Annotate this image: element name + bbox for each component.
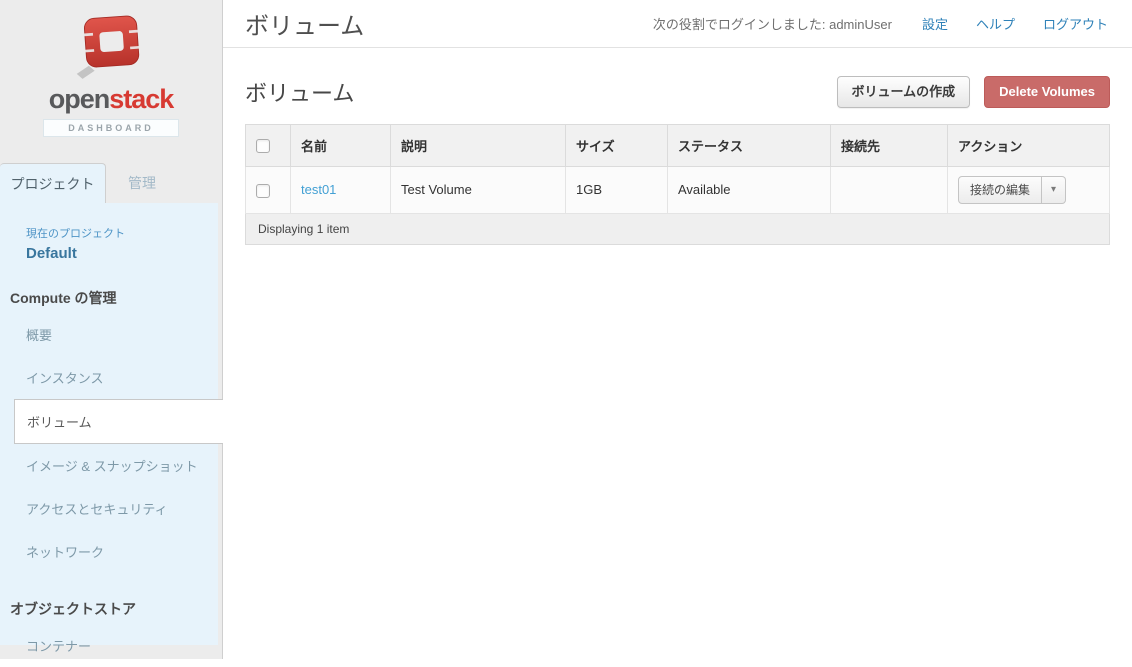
volume-size-cell: 1GB	[566, 167, 668, 214]
sidebar-item-networks[interactable]: ネットワーク	[0, 530, 218, 573]
row-select-cell	[246, 167, 291, 214]
sidebar-nav-panel: 現在のプロジェクト Default Compute の管理 概要 インスタンス …	[0, 203, 218, 645]
column-header-attached-to: 接続先	[831, 125, 948, 167]
main-area: ボリューム 次の役割でログインしました: adminUser 設定 ヘルプ ログ…	[223, 0, 1132, 659]
tab-project[interactable]: プロジェクト	[0, 163, 106, 203]
sidebar: openstack DASHBOARD プロジェクト 管理 現在のプロジェクト …	[0, 0, 223, 659]
select-all-checkbox[interactable]	[256, 139, 270, 153]
sidebar-item-containers[interactable]: コンテナー	[0, 624, 218, 667]
current-project-name: Default	[26, 245, 218, 262]
row-action-split-button: 接続の編集 ▾	[958, 176, 1066, 204]
sidebar-item-volumes[interactable]: ボリューム	[14, 399, 223, 444]
sidebar-tabs: プロジェクト 管理	[0, 163, 222, 203]
table-actions: ボリュームの作成 Delete Volumes	[837, 76, 1110, 108]
column-header-description: 説明	[391, 125, 566, 167]
dashboard-label: DASHBOARD	[43, 119, 179, 137]
sidebar-item-access-security[interactable]: アクセスとセキュリティ	[0, 487, 218, 530]
volumes-table: 名前 説明 サイズ ステータス 接続先 アクション test01 Test Vo…	[245, 124, 1110, 245]
tab-admin[interactable]: 管理	[106, 163, 178, 203]
section-head: ボリューム ボリュームの作成 Delete Volumes	[245, 76, 1110, 108]
login-message: 次の役割でログインしました: adminUser	[653, 14, 892, 33]
column-header-size: サイズ	[566, 125, 668, 167]
table-footer-row: Displaying 1 item	[246, 213, 1110, 244]
caret-down-icon: ▾	[1051, 185, 1056, 195]
delete-volumes-button[interactable]: Delete Volumes	[984, 76, 1110, 108]
nav-section-compute: Compute の管理	[10, 288, 218, 308]
content: ボリューム ボリュームの作成 Delete Volumes 名前 説明 サイ	[223, 76, 1132, 245]
section-title: ボリューム	[245, 76, 354, 108]
settings-link[interactable]: 設定	[922, 14, 948, 33]
volume-description-cell: Test Volume	[391, 167, 566, 214]
volume-status-cell: Available	[668, 167, 831, 214]
sidebar-item-instances[interactable]: インスタンス	[0, 356, 218, 399]
table-header-row: 名前 説明 サイズ ステータス 接続先 アクション	[246, 125, 1110, 167]
sidebar-item-images-snapshots[interactable]: イメージ & スナップショット	[0, 444, 218, 487]
current-project: 現在のプロジェクト Default	[0, 225, 218, 262]
brand-logo: openstack DASHBOARD	[0, 0, 222, 163]
current-project-label: 現在のプロジェクト	[26, 225, 218, 241]
brand-open: open	[49, 84, 110, 114]
row-select-checkbox[interactable]	[256, 184, 270, 198]
logout-link[interactable]: ログアウト	[1043, 14, 1108, 33]
row-actions-dropdown-button[interactable]: ▾	[1042, 176, 1066, 204]
edit-attachments-button[interactable]: 接続の編集	[958, 176, 1042, 204]
brand-wordmark: openstack	[0, 86, 222, 113]
openstack-cube-icon	[65, 10, 157, 84]
brand-stack: stack	[109, 84, 173, 114]
create-volume-button[interactable]: ボリュームの作成	[837, 76, 971, 108]
table-footer-count: Displaying 1 item	[246, 213, 1110, 244]
volume-actions-cell: 接続の編集 ▾	[948, 167, 1110, 214]
column-header-status: ステータス	[668, 125, 831, 167]
select-all-cell	[246, 125, 291, 167]
page-title: ボリューム	[223, 6, 364, 41]
sidebar-item-overview[interactable]: 概要	[0, 313, 218, 356]
volume-name-cell: test01	[291, 167, 391, 214]
help-link[interactable]: ヘルプ	[976, 14, 1015, 33]
table-row: test01 Test Volume 1GB Available 接続の編集 ▾	[246, 167, 1110, 214]
column-header-name: 名前	[291, 125, 391, 167]
topbar: ボリューム 次の役割でログインしました: adminUser 設定 ヘルプ ログ…	[223, 0, 1132, 48]
volume-name-link[interactable]: test01	[301, 182, 336, 197]
column-header-actions: アクション	[948, 125, 1110, 167]
topbar-right: 次の役割でログインしました: adminUser 設定 ヘルプ ログアウト	[653, 14, 1132, 33]
openstack-dashboard: openstack DASHBOARD プロジェクト 管理 現在のプロジェクト …	[0, 0, 1132, 659]
volume-attached-to-cell	[831, 167, 948, 214]
nav-section-object-store: オブジェクトストア	[10, 599, 218, 619]
